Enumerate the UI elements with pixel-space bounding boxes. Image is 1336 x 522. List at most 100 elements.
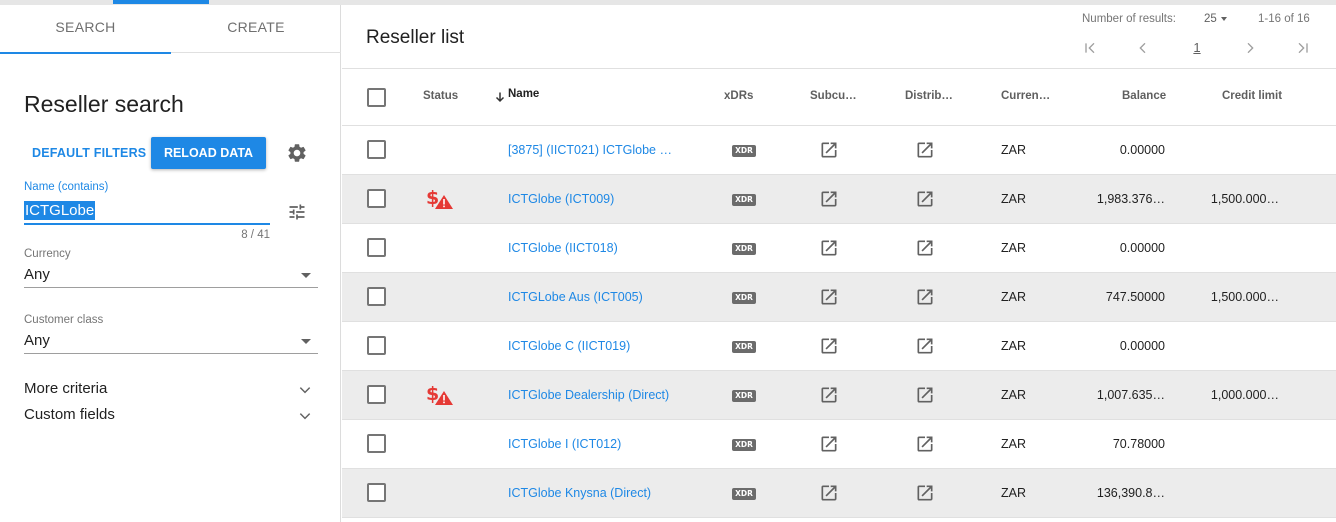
reseller-name-link[interactable]: ICTGlobe (IICT018) [508, 224, 618, 272]
xdr-icon[interactable]: XDR [732, 145, 756, 157]
open-subcustomers-icon[interactable] [819, 336, 839, 356]
column-currency[interactable]: Curren… [1001, 90, 1050, 102]
xdr-icon[interactable]: XDR [732, 341, 756, 353]
row-checkbox[interactable] [367, 140, 386, 159]
previous-page-button[interactable] [1133, 38, 1153, 58]
balance-cell: 0.00000 [1119, 339, 1165, 353]
tab-create[interactable]: CREATE [171, 5, 341, 53]
open-subcustomers-icon[interactable] [819, 483, 839, 503]
open-distributors-icon[interactable] [915, 434, 935, 454]
reload-data-button[interactable]: RELOAD DATA [151, 137, 266, 169]
xdr-icon[interactable]: XDR [732, 390, 756, 402]
column-xdrs[interactable]: xDRs [724, 90, 753, 102]
column-balance[interactable]: Balance [1122, 90, 1166, 102]
xdr-icon[interactable]: XDR [732, 439, 756, 451]
open-distributors-icon[interactable] [915, 140, 935, 160]
table-row[interactable]: $ ICTGlobe (ICT009) XDR ZAR 1,983.376… 1,500.… [342, 175, 1336, 224]
reseller-name-link[interactable]: ICTGlobe Knysna (Direct) [508, 469, 651, 517]
open-distributors-icon[interactable] [915, 189, 935, 209]
open-distributors-icon[interactable] [915, 238, 935, 258]
chevron-down-icon [299, 413, 311, 420]
more-criteria-toggle[interactable]: More criteria [24, 380, 318, 402]
customer-class-value: Any [24, 332, 50, 349]
table-row[interactable]: ICTGLobe Aus (ICT005) XDR ZAR 747.50000 1,50… [342, 273, 1336, 322]
xdr-icon[interactable]: XDR [732, 243, 756, 255]
open-subcustomers-icon[interactable] [819, 238, 839, 258]
column-subcustomers[interactable]: Subcu… [810, 90, 857, 102]
next-page-button[interactable] [1240, 38, 1260, 58]
table-row[interactable]: ICTGlobe Knysna (Direct) XDR ZAR 136,390.8… [342, 469, 1336, 518]
xdr-icon[interactable]: XDR [732, 292, 756, 304]
reseller-name-link[interactable]: ICTGlobe C (IICT019) [508, 322, 630, 370]
page-size-select[interactable]: 25 [1204, 13, 1227, 25]
xdr-icon[interactable]: XDR [732, 488, 756, 500]
row-checkbox[interactable] [367, 287, 386, 306]
default-filters-button[interactable]: DEFAULT FILTERS [24, 137, 154, 169]
table-row[interactable]: ICTGlobe I (ICT012) XDR ZAR 70.78000 [342, 420, 1336, 469]
results-label: Number of results: [1082, 13, 1176, 25]
row-checkbox[interactable] [367, 483, 386, 502]
name-field-label: Name (contains) [24, 181, 109, 193]
column-status[interactable]: Status [423, 90, 458, 102]
credit-limit-cell [1182, 126, 1279, 174]
balance-cell: 0.00000 [1119, 143, 1165, 157]
customer-class-label: Customer class [24, 314, 104, 326]
results-range: 1-16 of 16 [1258, 13, 1310, 25]
customer-class-select[interactable]: Any [24, 330, 318, 354]
name-contains-input[interactable] [24, 199, 270, 225]
open-distributors-icon[interactable] [915, 336, 935, 356]
page-number-current[interactable]: 1 [1187, 38, 1207, 58]
row-checkbox[interactable] [367, 434, 386, 453]
search-title: Reseller search [24, 91, 184, 117]
caret-down-icon [301, 273, 311, 278]
tune-icon[interactable] [286, 202, 308, 222]
gear-icon[interactable] [286, 142, 308, 164]
row-checkbox[interactable] [367, 189, 386, 208]
first-page-button[interactable] [1080, 38, 1100, 58]
currency-cell: ZAR [1001, 241, 1026, 255]
column-name[interactable]: Name [508, 88, 539, 100]
custom-fields-toggle[interactable]: Custom fields [24, 406, 318, 428]
open-distributors-icon[interactable] [915, 287, 935, 307]
row-checkbox[interactable] [367, 336, 386, 355]
currency-cell: ZAR [1001, 192, 1026, 206]
select-all-checkbox[interactable] [367, 88, 386, 107]
column-credit-limit[interactable]: Credit limit [1222, 90, 1282, 102]
balance-cell: 1,983.376… [1096, 192, 1165, 206]
table-row[interactable]: ICTGlobe C (IICT019) XDR ZAR 0.00000 [342, 322, 1336, 371]
panel-tabs: SEARCH CREATE [0, 5, 341, 54]
open-subcustomers-icon[interactable] [819, 189, 839, 209]
xdr-icon[interactable]: XDR [732, 194, 756, 206]
table-row[interactable]: [3875] (IICT021) ICTGlobe … XDR ZAR 0.00000 [342, 126, 1336, 175]
table-row[interactable]: $ ICTGlobe Dealership (Direct) XDR ZAR 1,007… [342, 371, 1336, 420]
reseller-name-link[interactable]: [3875] (IICT021) ICTGlobe … [508, 126, 672, 174]
column-distributors[interactable]: Distrib… [905, 90, 953, 102]
row-checkbox[interactable] [367, 238, 386, 257]
reseller-name-link[interactable]: ICTGLobe Aus (ICT005) [508, 273, 643, 321]
table-row[interactable]: ICTGlobe (IICT018) XDR ZAR 0.00000 [342, 224, 1336, 273]
open-subcustomers-icon[interactable] [819, 434, 839, 454]
currency-cell: ZAR [1001, 290, 1026, 304]
currency-select[interactable]: Any [24, 264, 318, 288]
more-criteria-label: More criteria [24, 380, 108, 397]
open-subcustomers-icon[interactable] [819, 287, 839, 307]
money-alert-icon: $ [426, 186, 454, 210]
reseller-name-link[interactable]: ICTGlobe I (ICT012) [508, 420, 621, 468]
currency-cell: ZAR [1001, 437, 1026, 451]
open-subcustomers-icon[interactable] [819, 385, 839, 405]
credit-limit-cell [1182, 224, 1279, 272]
currency-cell: ZAR [1001, 486, 1026, 500]
open-distributors-icon[interactable] [915, 483, 935, 503]
last-page-button[interactable] [1293, 38, 1313, 58]
tab-search[interactable]: SEARCH [0, 5, 171, 54]
chevron-left-icon [1139, 42, 1146, 54]
reseller-name-link[interactable]: ICTGlobe Dealership (Direct) [508, 371, 669, 419]
open-distributors-icon[interactable] [915, 385, 935, 405]
table-header: Status Name xDRs Subcu… Distrib… Curren…… [342, 68, 1336, 126]
open-subcustomers-icon[interactable] [819, 140, 839, 160]
credit-limit-cell: 1,500.000… [1210, 290, 1279, 304]
reseller-name-link[interactable]: ICTGlobe (ICT009) [508, 175, 614, 223]
balance-cell: 136,390.8… [1096, 486, 1165, 500]
row-checkbox[interactable] [367, 385, 386, 404]
chevron-right-icon [1247, 42, 1254, 54]
